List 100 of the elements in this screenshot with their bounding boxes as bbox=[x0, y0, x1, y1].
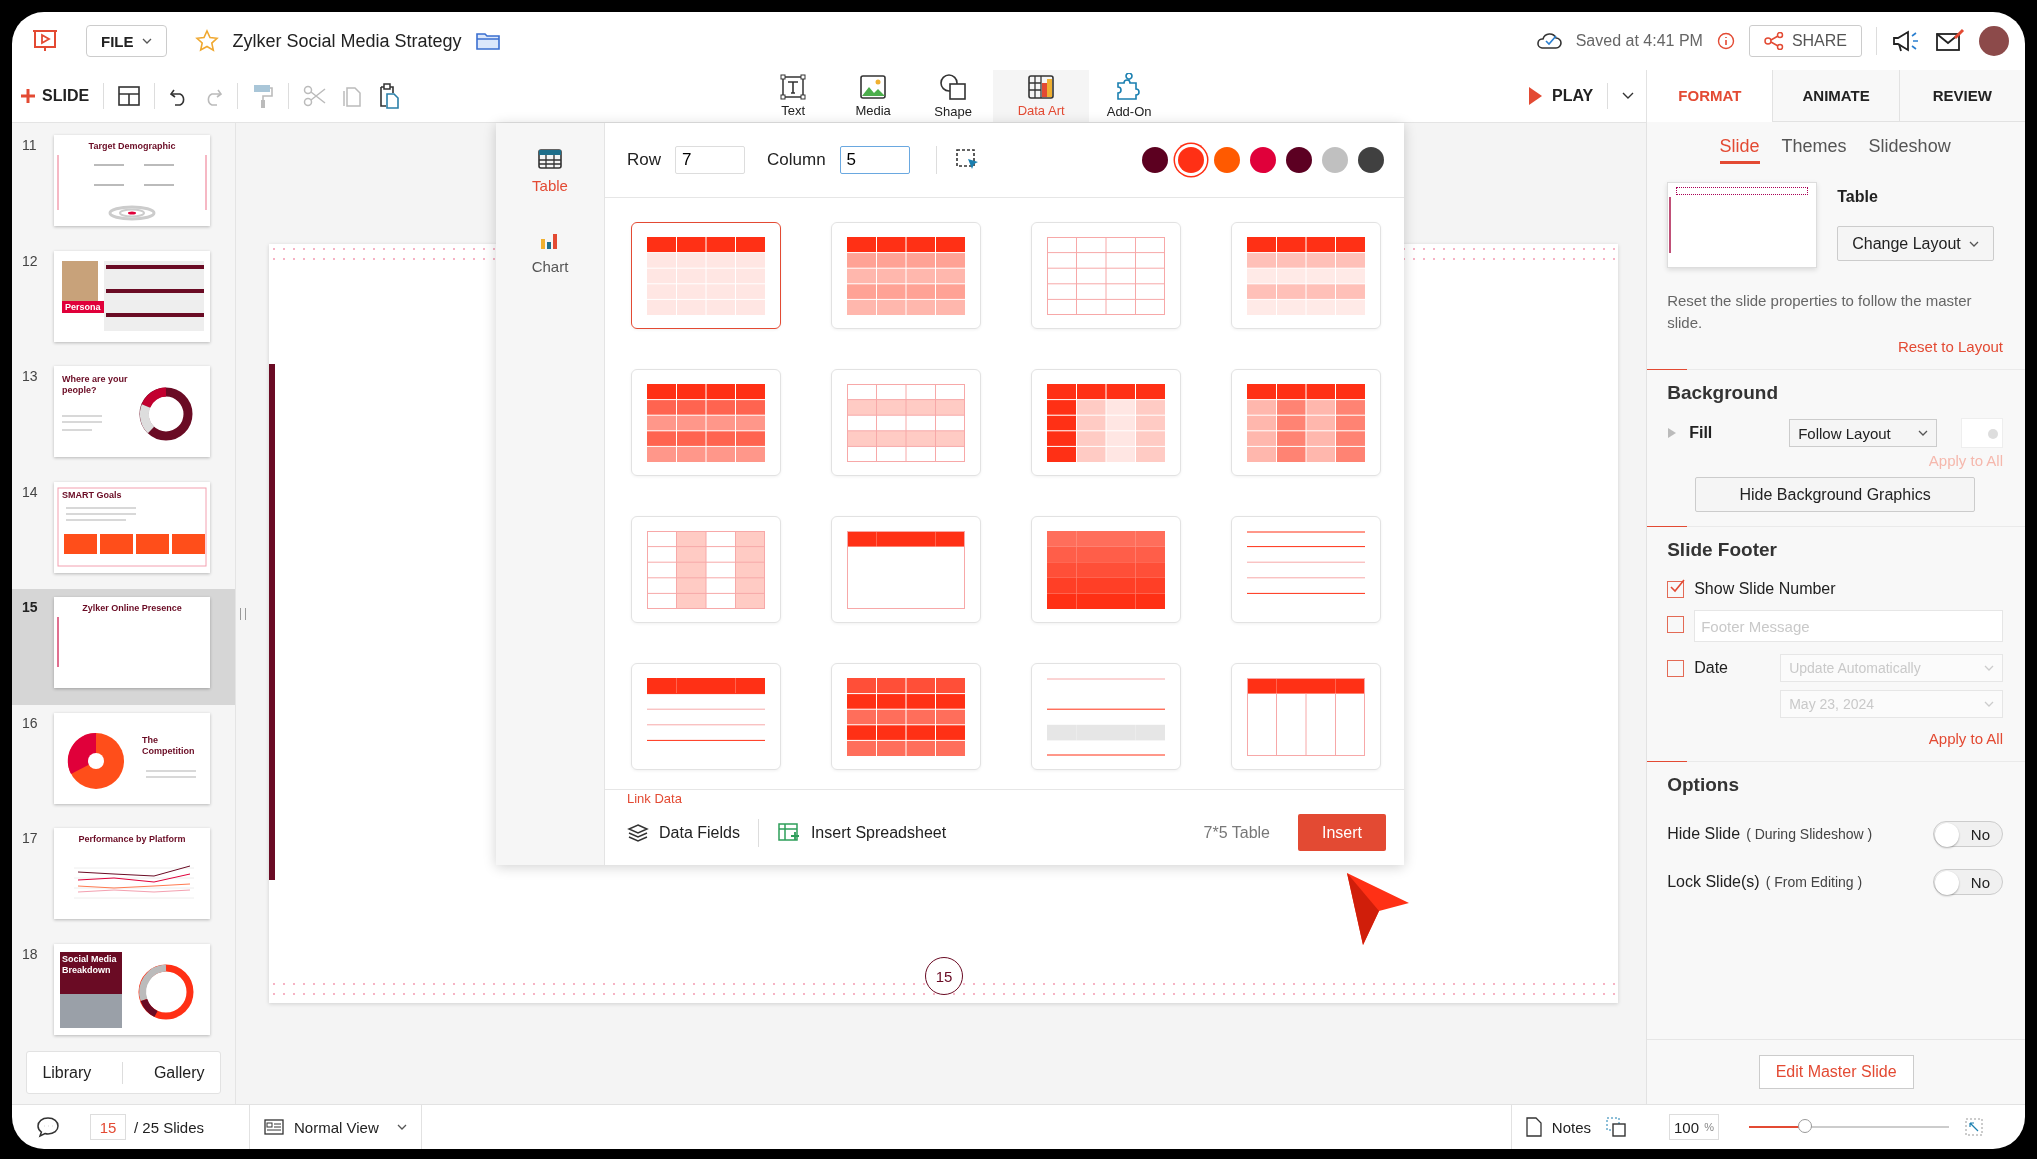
option-label: Lock Slide(s) bbox=[1667, 873, 1760, 891]
color-swatch[interactable] bbox=[1358, 147, 1384, 173]
slide-thumbnail[interactable]: Social Media Breakdown bbox=[54, 943, 210, 1035]
caret-icon bbox=[1968, 240, 1979, 247]
paint-roller-icon[interactable] bbox=[252, 83, 275, 109]
row-count-field[interactable]: 7 bbox=[675, 146, 745, 174]
slide-number: 15 bbox=[22, 598, 39, 617]
library-tab[interactable]: Library bbox=[42, 1063, 92, 1082]
slide-thumbnail[interactable]: Performance by Platform bbox=[54, 828, 210, 919]
slide-thumbnail-row[interactable]: 17 Performance by Platform bbox=[12, 820, 235, 936]
mail-edit-icon[interactable] bbox=[1935, 28, 1965, 54]
paste-icon[interactable] bbox=[377, 83, 400, 109]
change-layout-button[interactable]: Change Layout bbox=[1837, 226, 1994, 261]
checkbox-label: Show Slide Number bbox=[1694, 579, 1836, 598]
plus-icon bbox=[20, 88, 36, 104]
slide-thumbnail-row[interactable]: 14 SMART Goals bbox=[12, 473, 235, 589]
layout-icon[interactable] bbox=[118, 86, 141, 106]
current-slide-field[interactable]: 15 bbox=[90, 1114, 126, 1140]
file-menu-button[interactable]: FILE bbox=[86, 25, 167, 57]
slide-title: Performance by Platform bbox=[77, 834, 187, 845]
slide-number: 11 bbox=[22, 136, 38, 155]
color-swatch[interactable] bbox=[1214, 147, 1240, 173]
slide-title: The Competition bbox=[142, 734, 196, 757]
panel-tab[interactable]: FORMAT bbox=[1647, 70, 1773, 122]
checkbox[interactable] bbox=[1667, 660, 1685, 677]
insert-tool-button[interactable]: Add-On bbox=[1089, 70, 1170, 122]
insert-tool-button[interactable]: Data Art bbox=[993, 70, 1090, 122]
toggle-switch[interactable]: No bbox=[1933, 869, 2003, 895]
format-sub-tab[interactable]: Slideshow bbox=[1868, 136, 1951, 164]
apply-to-all-link[interactable]: Apply to All bbox=[1928, 730, 2003, 747]
panel-tab[interactable]: REVIEW bbox=[1898, 70, 2025, 122]
checkbox[interactable] bbox=[1667, 616, 1685, 633]
slide-thumbnail[interactable]: The Competition bbox=[54, 712, 210, 804]
slide-number: 17 bbox=[22, 829, 39, 848]
data-art-category-tab[interactable]: Chart bbox=[531, 230, 569, 275]
comment-icon[interactable] bbox=[36, 1116, 60, 1138]
insert-button[interactable]: Insert bbox=[1298, 814, 1386, 851]
slide-thumbnail-row[interactable]: 12 Persona bbox=[12, 242, 235, 358]
reset-to-layout-link[interactable]: Reset to Layout bbox=[1897, 338, 2003, 355]
insert-tool-button[interactable]: Shape bbox=[913, 70, 994, 122]
fit-window-icon[interactable] bbox=[1965, 1118, 1983, 1136]
slide-thumbnail-row[interactable]: 16 The Competition bbox=[12, 704, 235, 820]
color-picker[interactable] bbox=[1961, 418, 2003, 448]
format-sub-tab[interactable]: Themes bbox=[1781, 136, 1847, 164]
slide-thumbnail-row[interactable]: 18 Social Media Breakdown bbox=[12, 935, 235, 1051]
checkbox[interactable] bbox=[1667, 581, 1685, 598]
insert-spreadsheet-button[interactable]: Insert Spreadsheet bbox=[776, 821, 947, 844]
color-swatch[interactable] bbox=[1142, 147, 1168, 173]
fill-dropdown[interactable]: Follow Layout bbox=[1789, 419, 1938, 447]
color-swatch[interactable] bbox=[1250, 147, 1276, 173]
slide-thumbnail[interactable]: Target Demographic bbox=[54, 135, 210, 226]
caret-icon[interactable] bbox=[1622, 92, 1635, 100]
gallery-tab[interactable]: Gallery bbox=[153, 1063, 205, 1082]
slide-thumbnail-row[interactable]: 15 Zylker Online Presence bbox=[12, 589, 235, 705]
hide-background-graphics-button[interactable]: Hide Background Graphics bbox=[1695, 477, 1976, 512]
slide-thumbnail[interactable]: Persona bbox=[54, 250, 210, 342]
insert-tool-button[interactable]: Text bbox=[753, 70, 834, 122]
zoom-field[interactable]: 100 % bbox=[1669, 1114, 1719, 1140]
data-art-category-tab[interactable]: Table bbox=[532, 149, 568, 194]
section-heading: Background bbox=[1667, 382, 1780, 404]
format-sub-tab[interactable]: Slide bbox=[1719, 136, 1760, 164]
fit-slide-icon[interactable] bbox=[1605, 1116, 1627, 1138]
slide-thumbnail[interactable]: SMART Goals bbox=[54, 481, 210, 573]
new-slide-button[interactable]: SLIDE bbox=[20, 87, 90, 105]
play-button[interactable]: PLAY bbox=[1529, 87, 1594, 105]
section-heading: Options bbox=[1667, 774, 1740, 796]
scissors-icon[interactable] bbox=[303, 85, 328, 107]
toggle-switch[interactable]: No bbox=[1933, 821, 2003, 847]
option-label: Hide Slide bbox=[1667, 825, 1741, 843]
row-label: Row bbox=[627, 150, 661, 170]
view-mode-dropdown[interactable]: Normal View bbox=[250, 1105, 422, 1149]
image-icon bbox=[859, 74, 888, 100]
folder-icon[interactable] bbox=[475, 31, 500, 51]
info-icon[interactable] bbox=[1716, 32, 1735, 50]
edit-master-slide-button[interactable]: Edit Master Slide bbox=[1758, 1055, 1914, 1089]
slide-title: SMART Goals bbox=[62, 489, 123, 501]
presentation-logo-icon[interactable] bbox=[32, 29, 58, 53]
slide-number: 16 bbox=[22, 713, 39, 733]
slide-thumbnail[interactable]: Where are your people? bbox=[54, 366, 210, 457]
megaphone-icon[interactable] bbox=[1891, 28, 1921, 54]
resize-handle[interactable] bbox=[240, 607, 246, 620]
share-button[interactable]: SHARE bbox=[1748, 25, 1862, 57]
save-status: Saved at 4:41 PM bbox=[1575, 32, 1703, 50]
panel-tab[interactable]: ANIMATE bbox=[1772, 70, 1899, 122]
column-count-field[interactable]: 5 bbox=[839, 146, 910, 174]
user-avatar[interactable] bbox=[1979, 26, 2009, 56]
color-swatch[interactable] bbox=[1322, 147, 1348, 173]
insert-tool-button[interactable]: Media bbox=[833, 70, 914, 122]
accent-line bbox=[57, 617, 59, 667]
table-style-option[interactable] bbox=[631, 222, 781, 329]
notes-button[interactable]: Notes bbox=[1510, 1105, 1605, 1149]
slide-thumbnail[interactable]: Zylker Online Presence bbox=[54, 597, 210, 688]
star-icon[interactable] bbox=[194, 29, 219, 53]
text-box-icon bbox=[780, 74, 807, 100]
slide-thumbnail-row[interactable]: 11 Target Demographic bbox=[12, 127, 235, 243]
slide-thumbnail-row[interactable]: 13 Where are your people? bbox=[12, 358, 235, 474]
data-fields-button[interactable]: Data Fields bbox=[627, 822, 740, 843]
slide-title: Zylker Online Presence bbox=[81, 603, 183, 614]
slide-view-icon bbox=[264, 1119, 284, 1135]
color-swatch[interactable] bbox=[1286, 147, 1312, 173]
